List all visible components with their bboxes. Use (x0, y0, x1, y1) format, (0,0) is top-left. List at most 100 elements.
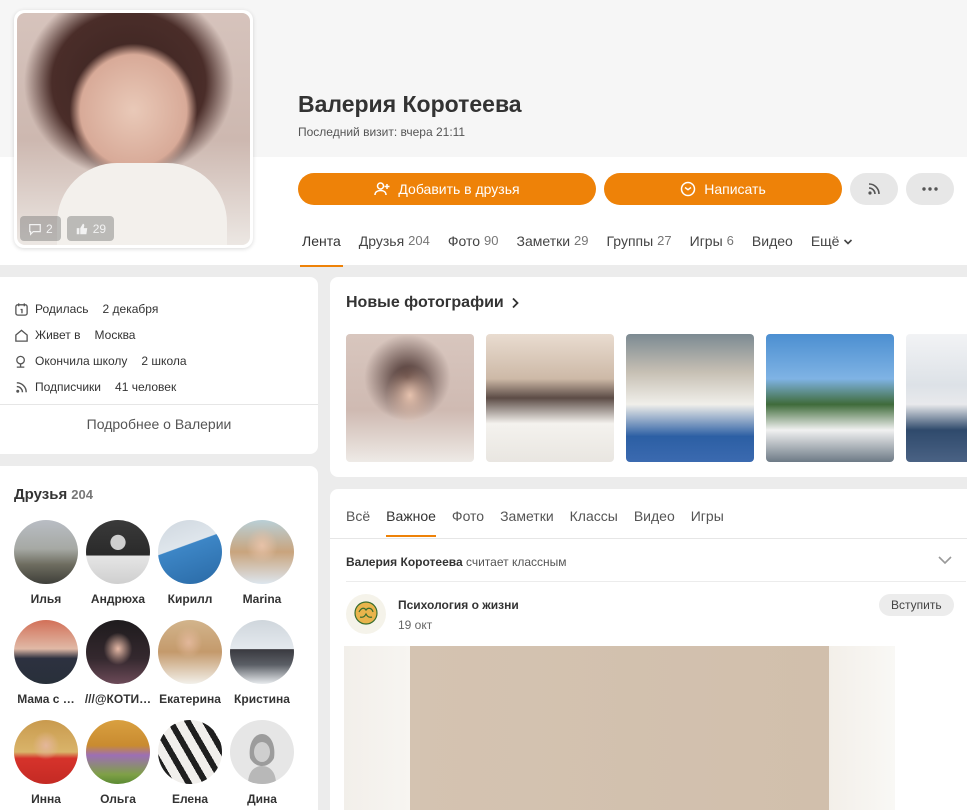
subscribe-button[interactable] (850, 173, 898, 205)
feed-tab-likes[interactable]: Классы (570, 501, 618, 537)
thumbs-up-icon (76, 223, 87, 234)
tab-feed[interactable]: Лента (300, 225, 343, 267)
new-photos-title-label: Новые фотографии (346, 294, 504, 311)
avatar-comments-button[interactable]: 2 (20, 216, 61, 241)
friend-item[interactable]: Кирилл (155, 520, 225, 606)
friend-avatar (230, 620, 294, 684)
profile-avatar[interactable]: 2 29 (14, 10, 253, 248)
photo-thumbnail[interactable] (486, 334, 614, 462)
tab-video[interactable]: Видео (750, 225, 795, 267)
more-actions-button[interactable] (906, 173, 954, 205)
tab-games[interactable]: Игры 6 (688, 225, 736, 267)
calendar-icon (15, 302, 28, 316)
friend-avatar (86, 720, 150, 784)
add-friend-label: Добавить в друзья (398, 181, 520, 197)
tab-label: Заметки (516, 233, 571, 249)
profile-tabs: Лента Друзья 204 Фото 90 Заметки 29 Группы 2… (300, 225, 869, 267)
brain-logo-icon (354, 601, 378, 625)
feed-liker-name[interactable]: Валерия Коротеева (346, 555, 463, 569)
feed-tab-all[interactable]: Всё (346, 501, 370, 537)
photo-thumbnail[interactable] (346, 334, 474, 462)
friend-avatar (86, 520, 150, 584)
feed-tab-important[interactable]: Важное (386, 501, 436, 537)
avatar-likes-button[interactable]: 29 (66, 216, 115, 241)
feed-card: Всё Важное Фото Заметки Классы Видео Игр… (330, 489, 967, 810)
tab-more[interactable]: Ещё (809, 225, 856, 267)
tab-label: Фото (447, 233, 481, 249)
info-born-label: Родилась (35, 302, 89, 316)
message-icon (681, 181, 696, 197)
friends-count: 204 (71, 487, 93, 502)
info-lives-value[interactable]: Москва (95, 328, 136, 342)
friend-item[interactable]: Инна (11, 720, 81, 806)
friend-name: Инна (31, 792, 61, 806)
friend-item[interactable]: ///@КОТИ… (83, 620, 153, 706)
tab-friends[interactable]: Друзья 204 (357, 225, 432, 267)
friend-item[interactable]: Marina (227, 520, 297, 606)
tab-label: Игры (689, 233, 723, 249)
friend-name: Ольга (100, 792, 136, 806)
photo-thumbnail[interactable] (906, 334, 967, 462)
friend-item[interactable]: Екатерина (155, 620, 225, 706)
tab-label: Ещё (810, 233, 840, 249)
post-image[interactable] (344, 646, 895, 810)
friend-item[interactable]: Дина (227, 720, 297, 806)
feed-tab-video[interactable]: Видео (634, 501, 675, 537)
write-message-button[interactable]: Написать (604, 173, 842, 205)
info-subscribers-label: Подписчики (35, 380, 102, 394)
friend-name: Илья (30, 592, 62, 606)
friend-avatar (14, 620, 78, 684)
friend-item[interactable]: Илья (11, 520, 81, 606)
group-logo[interactable] (346, 594, 386, 634)
friend-avatar (14, 720, 78, 784)
photo-thumbnail[interactable] (766, 334, 894, 462)
tab-photos[interactable]: Фото 90 (446, 225, 501, 267)
write-message-label: Написать (704, 181, 766, 197)
friend-name: Кирилл (167, 592, 213, 606)
friend-item[interactable]: Кристина (227, 620, 297, 706)
info-school: Окончила школу 2 школа (14, 351, 187, 371)
info-lives-label: Живет в (35, 328, 81, 342)
friend-avatar (86, 620, 150, 684)
tab-groups[interactable]: Группы 27 (605, 225, 674, 267)
feed-tab-notes[interactable]: Заметки (500, 501, 554, 537)
friends-title[interactable]: Друзья 204 (14, 486, 93, 503)
friend-avatar (158, 520, 222, 584)
chevron-right-icon (512, 297, 519, 309)
home-icon (15, 328, 28, 342)
feed-tab-games[interactable]: Игры (691, 501, 724, 537)
join-group-button[interactable]: Вступить (879, 594, 954, 616)
divider (330, 538, 967, 539)
friend-item[interactable]: Елена (155, 720, 225, 806)
friend-name: Дина (247, 792, 277, 806)
feed-tab-photos[interactable]: Фото (452, 501, 484, 537)
chevron-down-icon[interactable] (936, 551, 954, 569)
post-date: 19 окт (398, 618, 433, 632)
tab-notes[interactable]: Заметки 29 (515, 225, 591, 267)
tab-count: 27 (657, 233, 672, 248)
graduation-icon (16, 355, 25, 368)
friend-name: Андрюха (90, 592, 146, 606)
group-name[interactable]: Психология о жизни (398, 598, 519, 612)
new-photos-title[interactable]: Новые фотографии (346, 294, 520, 312)
new-photos-card: Новые фотографии (330, 277, 967, 477)
friend-item[interactable]: Мама с … (11, 620, 81, 706)
about-more-link[interactable]: Подробнее о Валерии (0, 416, 318, 432)
rss-icon (16, 381, 27, 393)
divider (0, 404, 318, 405)
photo-thumbnail[interactable] (626, 334, 754, 462)
info-subscribers-value[interactable]: 41 человек (115, 380, 176, 394)
avatar-comments-count: 2 (46, 221, 53, 236)
friend-name: Marina (242, 592, 282, 606)
info-lives: Живет в Москва (14, 325, 135, 345)
friend-name: Елена (171, 792, 209, 806)
tab-label: Видео (751, 233, 793, 249)
default-female-avatar-icon (248, 734, 276, 784)
info-school-value[interactable]: 2 школа (141, 354, 186, 368)
friend-item[interactable]: Ольга (83, 720, 153, 806)
add-friend-button[interactable]: Добавить в друзья (298, 173, 596, 205)
friend-item[interactable]: Андрюха (83, 520, 153, 606)
profile-name: Валерия Коротеева (298, 91, 522, 117)
avatar-photo[interactable] (17, 13, 250, 245)
tab-count: 29 (574, 233, 589, 248)
